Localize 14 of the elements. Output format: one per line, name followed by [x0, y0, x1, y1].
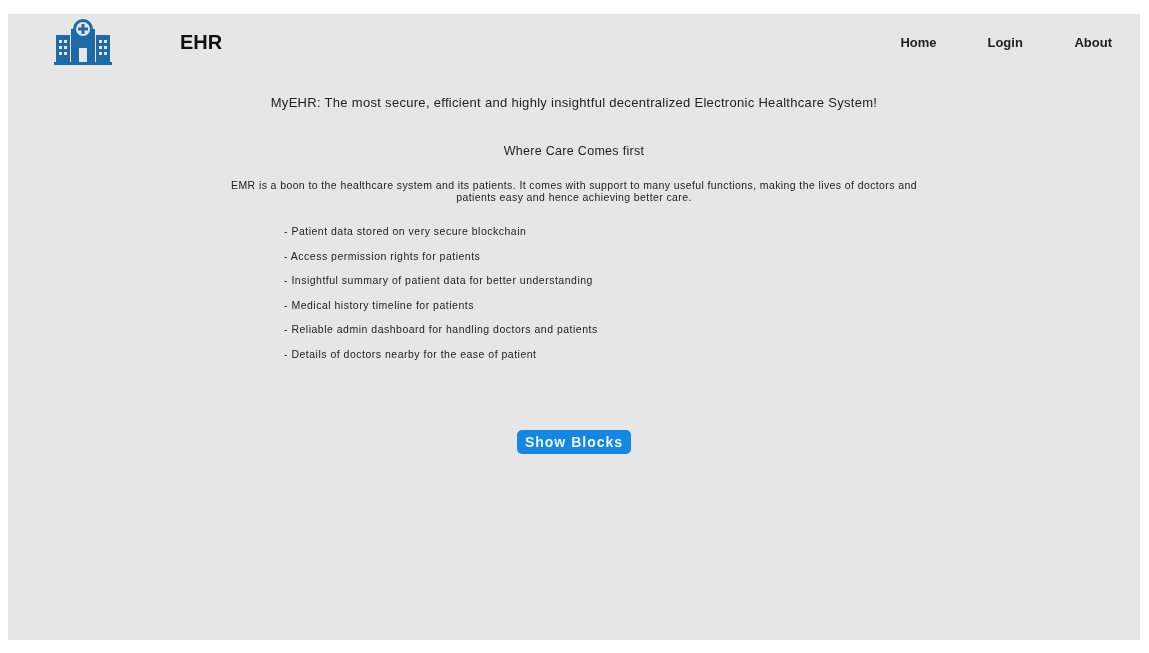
feature-item: - Reliable admin dashboard for handling doctors and patients	[284, 323, 599, 337]
tagline: Where Care Comes first	[503, 144, 645, 158]
intro-paragraph: EMR is a boon to the healthcare system and its patients. It comes with support to many useful functions, making the lives of doctors and patients easy and hence achieving better care.	[230, 179, 918, 203]
hospital-icon	[52, 19, 114, 65]
nav-link[interactable]: Home	[900, 34, 960, 50]
feature-item: - Medical history timeline for patients	[284, 298, 475, 313]
nav-link[interactable]: About	[1074, 34, 1112, 50]
feature-item: - Details of doctors nearby for the ease of patient	[284, 347, 538, 362]
brand-title: EHR	[180, 30, 224, 54]
feature-item: - Access permission rights for patients	[284, 249, 482, 264]
feature-item: - Insightful summary of patient data for better understanding	[284, 274, 594, 288]
headline: MyEHR: The most secure, efficient and highly insightful decentralized Electronic Healthcare System!	[270, 95, 878, 110]
nav-link[interactable]: Login	[987, 34, 1047, 50]
feature-item: - Patient data stored on very secure blockchain	[284, 225, 528, 239]
